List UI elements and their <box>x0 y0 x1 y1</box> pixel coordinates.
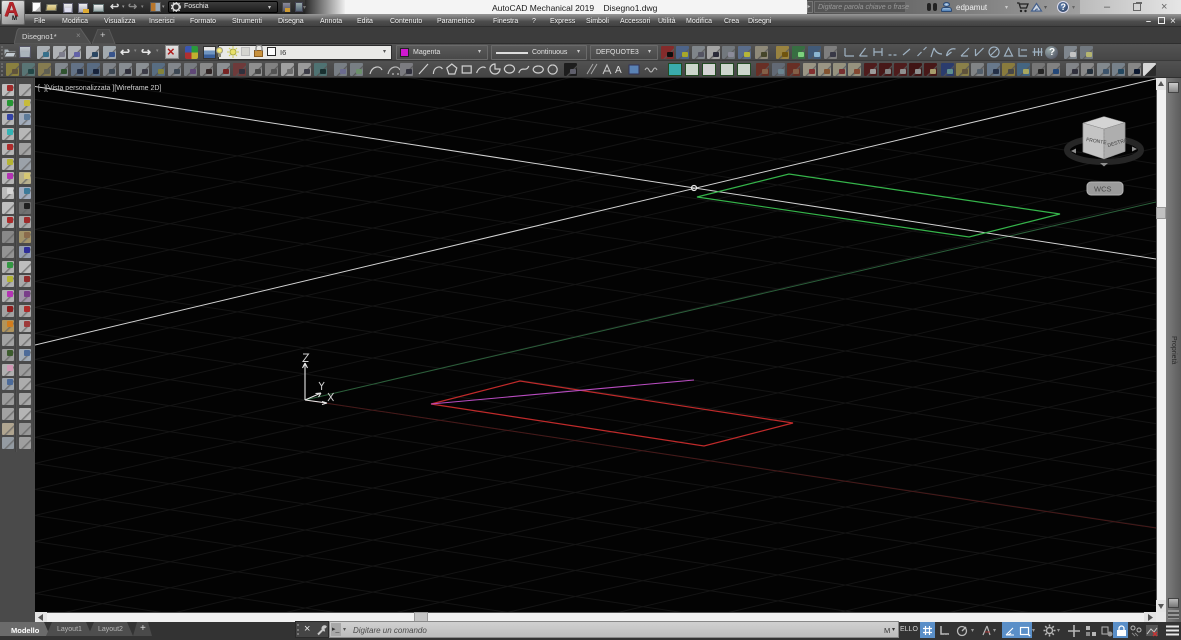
svg-text:A: A <box>615 65 622 76</box>
svg-text:[−][Vista personalizzata ][Wir: [−][Vista personalizzata ][Wireframe 2D] <box>38 85 161 92</box>
svg-text:WCS: WCS <box>1094 185 1112 194</box>
